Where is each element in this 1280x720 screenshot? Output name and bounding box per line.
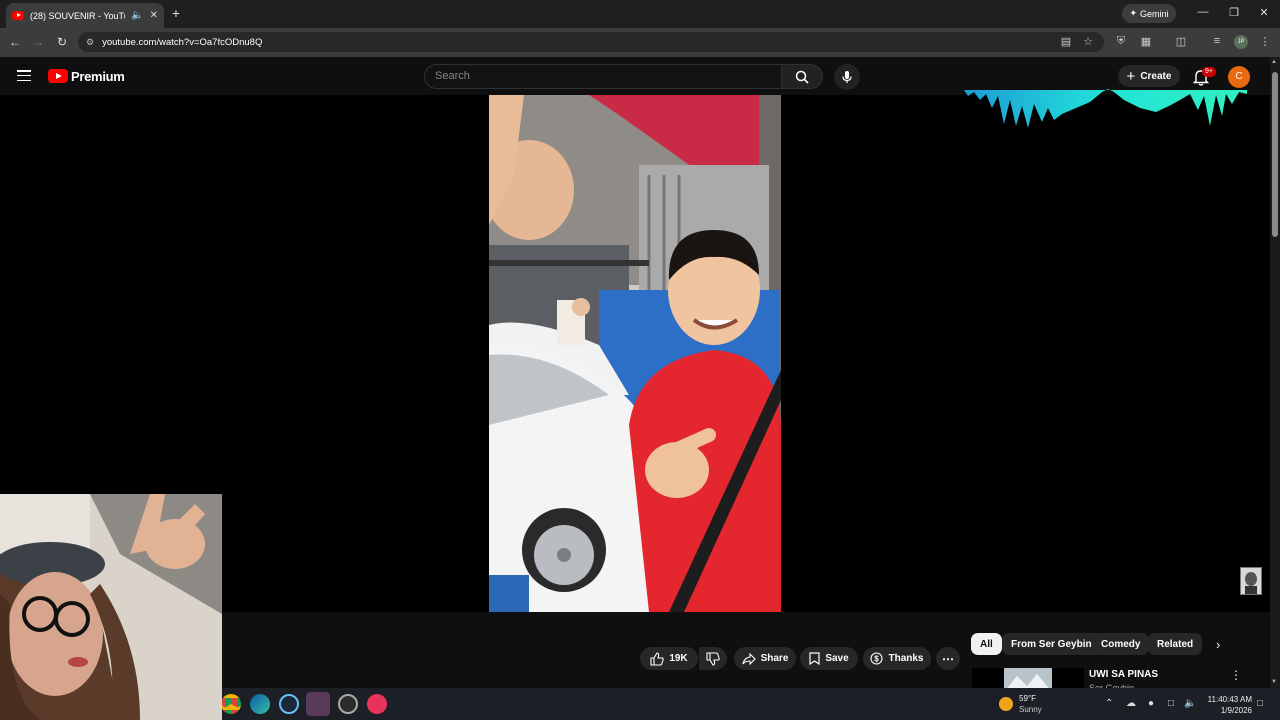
chip-from-channel[interactable]: From Ser Geybin: [1002, 633, 1101, 655]
scroll-down-arrow-icon[interactable]: ▼: [1271, 679, 1277, 685]
notification-center-icon[interactable]: □: [1257, 698, 1263, 709]
thumbs-up-icon: [650, 651, 665, 666]
sparkle-icon: ✦: [1129, 8, 1138, 18]
like-button[interactable]: 19K: [640, 647, 698, 670]
weather-description: Sunny: [1019, 705, 1042, 714]
onedrive-icon[interactable]: ☁: [1126, 698, 1136, 709]
window-close-icon[interactable]: ✕: [1257, 6, 1271, 19]
tray-chevron-up-icon[interactable]: ⌃: [1105, 698, 1113, 709]
minimize-icon[interactable]: —: [1196, 6, 1210, 18]
video-scene-image: [489, 95, 781, 612]
forward-icon[interactable]: →: [31, 35, 45, 49]
youtube-logo-icon: [48, 69, 68, 83]
clock-date: 1/9/2026: [1220, 706, 1252, 715]
notification-badge: 9+: [1202, 67, 1216, 77]
create-label: Create: [1140, 70, 1172, 82]
logo-text: Premium: [71, 68, 125, 84]
chip-comedy[interactable]: Comedy: [1092, 633, 1150, 655]
browser-tab-bar: [0, 0, 1280, 28]
account-avatar[interactable]: C: [1228, 66, 1250, 88]
more-actions-button[interactable]: ⋯: [936, 647, 960, 670]
shield-extension-icon[interactable]: ⛨: [1114, 35, 1128, 48]
more-vertical-icon[interactable]: ⋮: [1230, 668, 1242, 682]
youtube-premium-logo[interactable]: Premium: [48, 68, 125, 84]
bookmark-star-icon[interactable]: ☆: [1081, 35, 1095, 48]
split-view-icon[interactable]: ◫: [1174, 35, 1188, 48]
weather-temperature: 59°F: [1019, 694, 1036, 703]
browser-profile-avatar[interactable]: JP: [1234, 35, 1248, 49]
cast-icon[interactable]: ▤: [1059, 35, 1073, 48]
site-info-icon[interactable]: ⚙: [86, 37, 94, 48]
share-label: Share: [760, 653, 789, 664]
volume-icon[interactable]: 🔈: [1184, 698, 1196, 709]
network-icon[interactable]: □: [1168, 698, 1174, 709]
bookmark-icon: [809, 652, 820, 665]
reading-list-icon[interactable]: ≡: [1210, 35, 1224, 47]
reload-icon[interactable]: ↻: [55, 35, 69, 49]
like-count: 19K: [669, 653, 688, 664]
new-tab-button[interactable]: +: [168, 5, 184, 21]
scroll-up-arrow-icon[interactable]: ▲: [1271, 59, 1277, 65]
more-horizontal-icon: ⋯: [942, 651, 954, 666]
search-input[interactable]: Search: [424, 64, 782, 89]
search-button[interactable]: [781, 64, 823, 89]
audio-visualizer: [964, 89, 1247, 128]
webcam-overlay: [0, 494, 222, 720]
thanks-label: Thanks: [888, 653, 924, 664]
edge-icon[interactable]: [250, 694, 270, 714]
save-label: Save: [825, 653, 849, 664]
restore-icon[interactable]: ❐: [1227, 6, 1241, 19]
sun-weather-icon[interactable]: [999, 697, 1013, 711]
chip-related[interactable]: Related: [1148, 633, 1203, 655]
save-button[interactable]: Save: [800, 647, 858, 670]
media-player-icon[interactable]: [367, 694, 387, 714]
active-app-icon[interactable]: [306, 692, 330, 716]
browser-menu-icon[interactable]: ⋮: [1258, 35, 1272, 48]
steam-icon[interactable]: [279, 694, 299, 714]
speaker-icon[interactable]: 🔈: [131, 10, 143, 21]
obs-icon[interactable]: [338, 694, 358, 714]
create-button[interactable]: + Create: [1118, 65, 1180, 87]
plus-icon: +: [1126, 67, 1136, 85]
webcam-feed-image: [0, 494, 222, 720]
chip-all[interactable]: All: [971, 633, 1002, 655]
share-arrow-icon: [742, 652, 756, 665]
dislike-button[interactable]: [699, 647, 727, 670]
taskbar-clock[interactable]: 11:40:43 AM 1/9/2026: [1202, 694, 1252, 716]
microphone-tray-icon[interactable]: ●: [1148, 698, 1154, 709]
clock-time: 11:40:43 AM: [1207, 695, 1252, 704]
video-frame[interactable]: [489, 95, 781, 612]
url-text: youtube.com/watch?v=Oa7fcODnu8Q: [102, 36, 263, 48]
svg-text:$: $: [875, 655, 880, 664]
tab-title: (28) SOUVENIR - YouTube: [30, 10, 125, 21]
address-bar[interactable]: ⚙ youtube.com/watch?v=Oa7fcODnu8Q: [78, 32, 1104, 52]
chrome-icon[interactable]: [221, 694, 241, 714]
extensions-puzzle-icon[interactable]: ▦: [1139, 35, 1153, 48]
gemini-label: Gemini: [1140, 8, 1169, 19]
chevron-right-icon[interactable]: ›: [1216, 637, 1220, 652]
search-icon: [795, 70, 809, 84]
browser-tab[interactable]: (28) SOUVENIR - YouTube 🔈 ✕: [6, 3, 164, 28]
share-button[interactable]: Share: [734, 647, 796, 670]
microphone-icon: [842, 71, 852, 83]
tab-close-icon[interactable]: ✕: [150, 10, 158, 21]
super-thanks-icon: $: [870, 652, 884, 665]
thumbs-down-icon: [706, 651, 720, 666]
overlay-thumbnail: [1240, 567, 1262, 595]
scrollbar-thumb[interactable]: [1272, 72, 1278, 237]
gemini-button[interactable]: ✦ Gemini: [1122, 4, 1176, 23]
recommended-video-title[interactable]: UWI SA PINAS: [1089, 669, 1158, 680]
back-icon[interactable]: ←: [8, 35, 22, 49]
thanks-button[interactable]: $ Thanks: [863, 647, 931, 670]
voice-search-button[interactable]: [834, 64, 860, 90]
youtube-favicon-icon: [12, 11, 24, 20]
hamburger-menu-icon[interactable]: [17, 70, 31, 81]
